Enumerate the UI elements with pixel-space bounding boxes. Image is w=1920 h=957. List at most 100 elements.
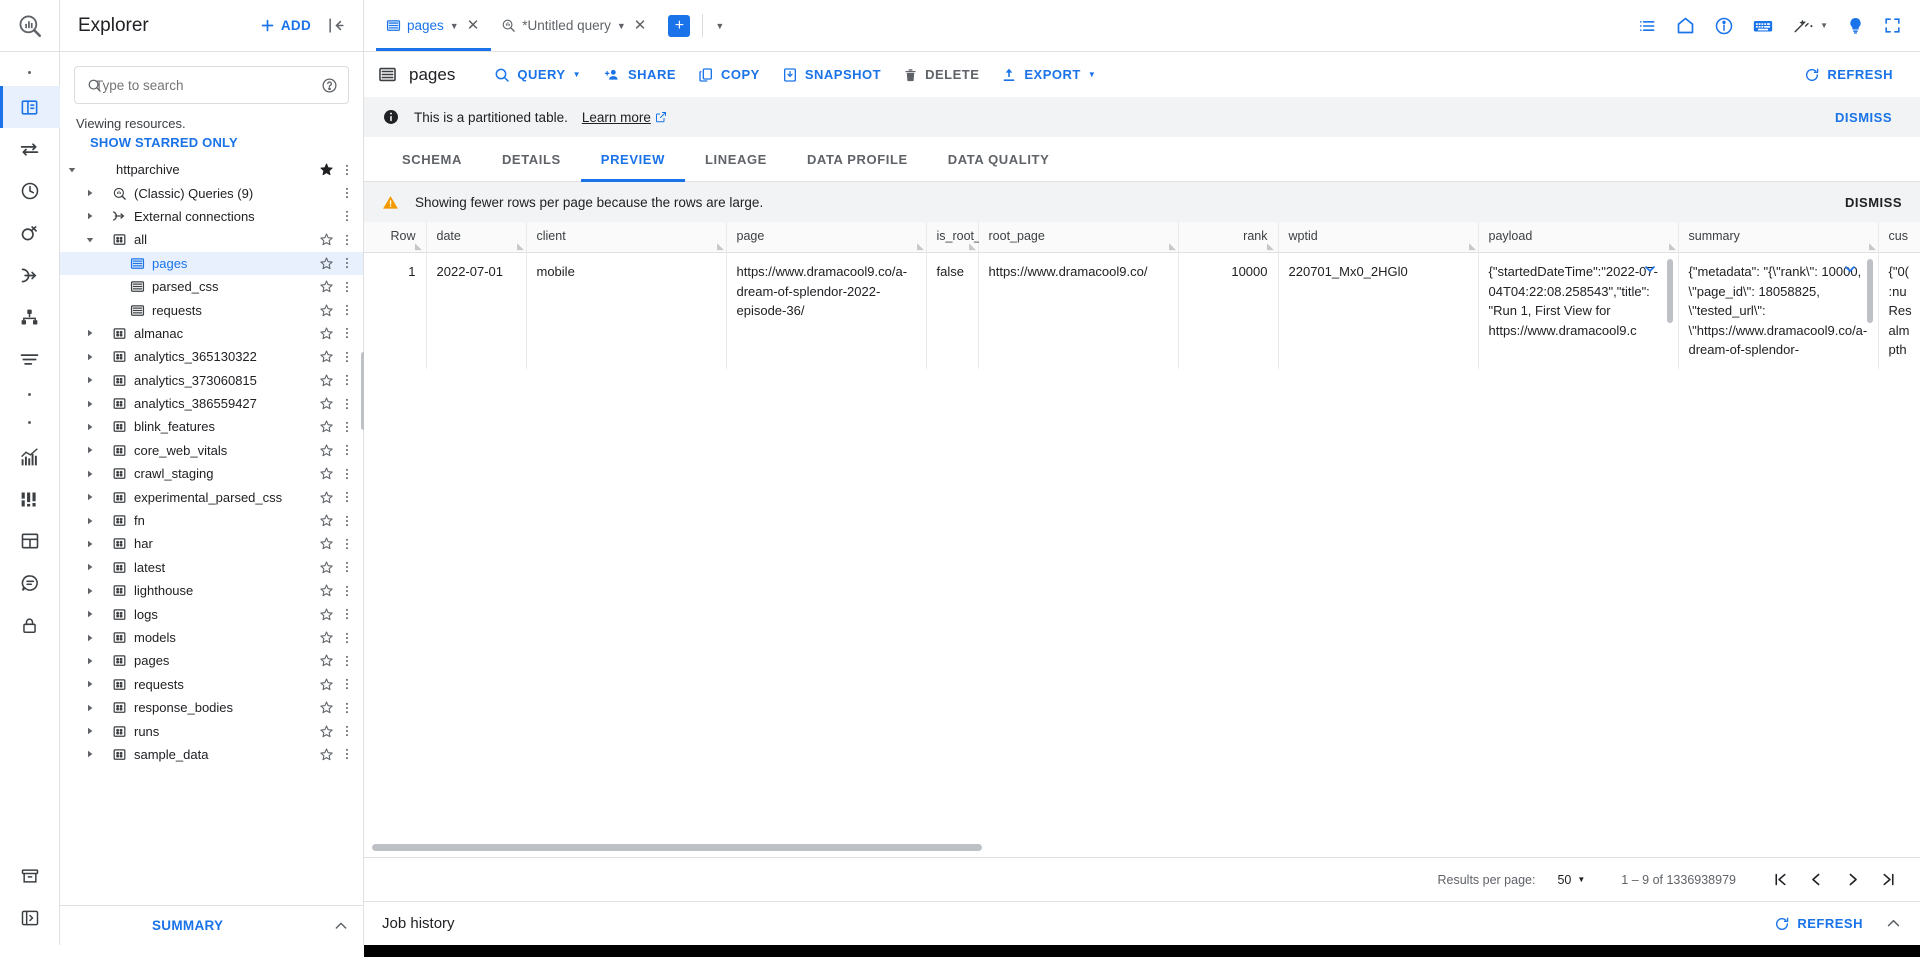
chevron-down-icon[interactable]: ▼ bbox=[617, 21, 626, 31]
more-options-icon[interactable] bbox=[337, 584, 357, 598]
rail-release-notes[interactable] bbox=[0, 855, 60, 897]
chevron-right-icon[interactable] bbox=[86, 680, 108, 688]
chevron-right-icon[interactable] bbox=[86, 517, 108, 525]
chevron-right-icon[interactable] bbox=[86, 657, 108, 665]
star-outline-icon[interactable] bbox=[315, 303, 337, 318]
chevron-right-icon[interactable] bbox=[86, 610, 108, 618]
copy-button[interactable]: COPY bbox=[687, 60, 771, 90]
star-outline-icon[interactable] bbox=[315, 419, 337, 434]
cell-row[interactable]: 1 bbox=[364, 253, 426, 369]
show-starred-only-button[interactable]: SHOW STARRED ONLY bbox=[60, 133, 363, 158]
collapse-panel-button[interactable] bbox=[319, 16, 353, 35]
star-outline-icon[interactable] bbox=[315, 349, 337, 364]
rail-policy-tags[interactable] bbox=[0, 604, 60, 646]
chevron-right-icon[interactable] bbox=[86, 189, 108, 197]
column-header-payload[interactable]: payload◢ bbox=[1478, 222, 1678, 253]
next-page-button[interactable] bbox=[1834, 862, 1870, 898]
lightbulb-icon[interactable] bbox=[1846, 16, 1865, 35]
tree-item-external-connections[interactable]: External connections bbox=[60, 205, 363, 228]
column-resize-handle[interactable]: ◢ bbox=[1867, 242, 1876, 251]
column-resize-handle[interactable]: ◢ bbox=[915, 242, 924, 251]
tree-item-pages[interactable]: pages bbox=[60, 252, 363, 275]
cell-date[interactable]: 2022-07-01 bbox=[426, 253, 526, 369]
chevron-right-icon[interactable] bbox=[86, 353, 108, 361]
rail-monitoring[interactable] bbox=[0, 436, 60, 478]
query-button[interactable]: QUERY ▼ bbox=[483, 60, 592, 90]
column-header-is-root[interactable]: is_root_◢ bbox=[926, 222, 978, 253]
chevron-right-icon[interactable] bbox=[86, 493, 108, 501]
more-options-icon[interactable] bbox=[337, 654, 357, 668]
column-header-date[interactable]: date◢ bbox=[426, 222, 526, 253]
tree-item-response-bodies[interactable]: response_bodies bbox=[60, 696, 363, 719]
more-options-icon[interactable] bbox=[337, 209, 357, 223]
list-icon[interactable] bbox=[1637, 16, 1657, 36]
more-options-icon[interactable] bbox=[337, 163, 357, 177]
cell-payload[interactable]: {"startedDateTime":"2022-07-04T04:22:08.… bbox=[1478, 253, 1678, 369]
rail-transfers[interactable] bbox=[0, 128, 60, 170]
column-header-client[interactable]: client◢ bbox=[526, 222, 726, 253]
tree-item-parsed-css[interactable]: parsed_css bbox=[60, 275, 363, 298]
more-options-icon[interactable] bbox=[337, 560, 357, 574]
rail-analytics-hub[interactable] bbox=[0, 212, 60, 254]
subtab-preview[interactable]: PREVIEW bbox=[581, 137, 685, 181]
tree-item-analytics-365130322[interactable]: analytics_365130322 bbox=[60, 345, 363, 368]
summary-button[interactable]: SUMMARY bbox=[152, 918, 223, 933]
star-outline-icon[interactable] bbox=[315, 560, 337, 575]
bigquery-logo[interactable] bbox=[0, 0, 60, 51]
subtab-lineage[interactable]: LINEAGE bbox=[685, 137, 787, 181]
chevron-right-icon[interactable] bbox=[86, 400, 108, 408]
tree-item-analytics-386559427[interactable]: analytics_386559427 bbox=[60, 392, 363, 415]
column-resize-handle[interactable]: ◢ bbox=[1667, 242, 1676, 251]
rail-studio[interactable] bbox=[0, 86, 60, 128]
more-options-icon[interactable] bbox=[337, 186, 357, 200]
more-options-icon[interactable] bbox=[337, 724, 357, 738]
tree-item-lighthouse[interactable]: lighthouse bbox=[60, 579, 363, 602]
star-outline-icon[interactable] bbox=[315, 396, 337, 411]
tree-item-analytics-373060815[interactable]: analytics_373060815 bbox=[60, 369, 363, 392]
first-page-button[interactable] bbox=[1762, 862, 1798, 898]
more-options-icon[interactable] bbox=[337, 280, 357, 294]
rail-filter-lines[interactable] bbox=[0, 338, 60, 380]
subtab-details[interactable]: DETAILS bbox=[482, 137, 581, 181]
star-outline-icon[interactable] bbox=[315, 747, 337, 762]
star-outline-icon[interactable] bbox=[315, 536, 337, 551]
more-options-icon[interactable] bbox=[337, 514, 357, 528]
more-options-icon[interactable] bbox=[337, 490, 357, 504]
tree-item-core-web-vitals[interactable]: core_web_vitals bbox=[60, 439, 363, 462]
star-outline-icon[interactable] bbox=[315, 490, 337, 505]
tree-item-almanac[interactable]: almanac bbox=[60, 322, 363, 345]
star-outline-icon[interactable] bbox=[315, 677, 337, 692]
rail-bi-engine[interactable] bbox=[0, 478, 60, 520]
column-resize-handle[interactable]: ◢ bbox=[1267, 242, 1276, 251]
new-tab-button[interactable]: + bbox=[668, 15, 690, 37]
tree-item-latest[interactable]: latest bbox=[60, 556, 363, 579]
chevron-right-icon[interactable] bbox=[86, 329, 108, 337]
star-filled-icon[interactable] bbox=[315, 162, 337, 177]
cell-vertical-scrollbar[interactable] bbox=[1667, 259, 1673, 323]
tree-item-har[interactable]: har bbox=[60, 532, 363, 555]
export-button[interactable]: EXPORT ▼ bbox=[990, 60, 1107, 90]
add-data-button[interactable]: ADD bbox=[259, 17, 311, 34]
rail-reservations[interactable] bbox=[0, 562, 60, 604]
cell-wptid[interactable]: 220701_Mx0_2HGl0 bbox=[1278, 253, 1478, 369]
star-outline-icon[interactable] bbox=[315, 443, 337, 458]
tree-item-requests[interactable]: requests bbox=[60, 673, 363, 696]
learn-more-link[interactable]: Learn more bbox=[582, 110, 667, 125]
magic-wand-icon[interactable]: ▼ bbox=[1792, 16, 1828, 36]
more-options-icon[interactable] bbox=[337, 537, 357, 551]
expand-cell-chevron-down-icon[interactable] bbox=[1642, 261, 1658, 277]
more-options-icon[interactable] bbox=[337, 701, 357, 715]
column-resize-handle[interactable]: ◢ bbox=[515, 242, 524, 251]
star-outline-icon[interactable] bbox=[315, 724, 337, 739]
star-outline-icon[interactable] bbox=[315, 513, 337, 528]
job-history-bar[interactable]: Job history REFRESH bbox=[364, 901, 1920, 945]
subtab-data-profile[interactable]: DATA PROFILE bbox=[787, 137, 928, 181]
subtab-data-quality[interactable]: DATA QUALITY bbox=[928, 137, 1070, 181]
job-history-refresh-button[interactable]: REFRESH bbox=[1774, 916, 1863, 932]
info-icon[interactable] bbox=[1714, 16, 1734, 36]
tree-item-experimental-parsed-css[interactable]: experimental_parsed_css bbox=[60, 485, 363, 508]
tree-item-models[interactable]: models bbox=[60, 626, 363, 649]
delete-button[interactable]: DELETE bbox=[892, 60, 990, 90]
column-header-wptid[interactable]: wptid◢ bbox=[1278, 222, 1478, 253]
star-outline-icon[interactable] bbox=[315, 232, 337, 247]
